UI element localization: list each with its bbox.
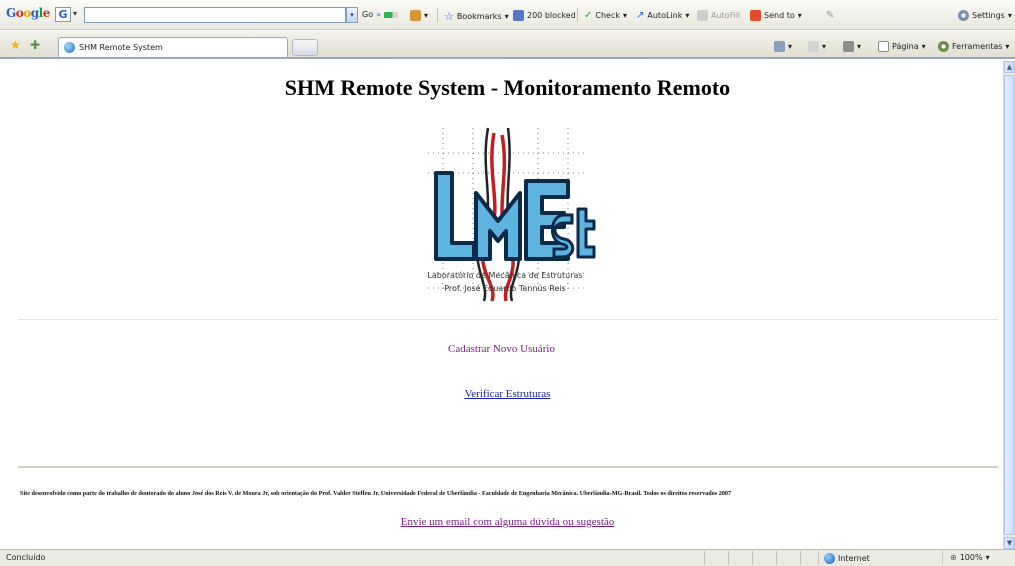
status-text: Concluído: [6, 553, 46, 562]
divider: [18, 319, 998, 320]
star-icon: ☆: [444, 10, 454, 23]
security-zone[interactable]: Internet: [824, 553, 870, 564]
autolink-icon: ↗: [636, 10, 645, 21]
page-menu[interactable]: Página ▾: [878, 41, 926, 52]
popup-blocker-button[interactable]: 200 blocked: [513, 10, 576, 21]
send-to-button[interactable]: Send to ▾: [750, 10, 802, 21]
send-to-icon: [750, 10, 761, 21]
autofill-icon: [697, 10, 708, 21]
google-menu-button[interactable]: G: [55, 7, 71, 22]
print-icon: [843, 41, 854, 52]
status-bar: Concluído Internet ⊕ 100% ▾: [0, 549, 1015, 566]
chevron-down-icon: ▾: [985, 553, 990, 562]
scroll-up-icon[interactable]: ▲: [1004, 61, 1015, 73]
tools-gear-icon: [938, 41, 949, 52]
print-button[interactable]: ▾: [843, 41, 861, 52]
options-button[interactable]: ▾: [410, 10, 428, 21]
google-logo[interactable]: Google: [6, 6, 50, 20]
tools-menu[interactable]: Ferramentas ▾: [938, 41, 1009, 52]
autofill-button[interactable]: AutoFill: [697, 10, 740, 21]
home-button[interactable]: ▾: [774, 41, 792, 52]
tab-shm-remote-system[interactable]: SHM Remote System: [58, 37, 288, 57]
favorites-star-icon[interactable]: ★: [10, 38, 21, 52]
zoom-control[interactable]: ⊕ 100% ▾: [950, 553, 990, 562]
google-toolbar: Google G ▾ ▾ Go» ▾ ☆ Bookmarks ▾ 200 bloc…: [0, 0, 1015, 30]
bookmarks-button[interactable]: ☆ Bookmarks ▾: [444, 10, 509, 23]
page-title: SHM Remote System - Monitoramento Remoto: [284, 75, 731, 100]
email-feedback-link[interactable]: Envie um email com alguma dúvida ou suge…: [0, 516, 1015, 528]
page-icon: [878, 41, 889, 52]
ie-page-icon: [64, 42, 75, 53]
settings-wrench-icon: [410, 10, 421, 21]
globe-icon: [824, 553, 835, 564]
logo-caption: Laboratório de Mecânica de Estruturas Pr…: [427, 271, 583, 293]
chevron-down-icon[interactable]: ▾: [73, 9, 77, 18]
add-favorite-icon[interactable]: ✚: [30, 38, 40, 52]
footer-divider: [18, 466, 998, 468]
home-icon: [774, 41, 785, 52]
pencil-icon: ✎: [826, 10, 835, 21]
spellcheck-button[interactable]: ✓ Check ▾: [584, 10, 627, 21]
settings-button[interactable]: Settings ▾: [958, 10, 1012, 21]
feeds-button[interactable]: ▾: [808, 41, 826, 52]
footer-credits: Site desenvolvido como parte do trabalho…: [20, 490, 732, 497]
autolink-button[interactable]: ↗ AutoLink ▾: [636, 10, 689, 21]
scroll-thumb[interactable]: [1004, 75, 1015, 535]
spellcheck-icon: ✓: [584, 10, 593, 21]
verify-structures-link[interactable]: Verificar Estruturas: [0, 388, 1015, 400]
gear-icon: [958, 10, 969, 21]
new-tab-button[interactable]: [292, 39, 318, 56]
search-dropdown-button[interactable]: ▾: [346, 7, 358, 23]
page-content: SHM Remote System - Monitoramento Remoto…: [0, 61, 1003, 549]
scroll-down-icon[interactable]: ▼: [1004, 537, 1015, 549]
zoom-icon: ⊕: [950, 553, 957, 562]
popup-blocker-icon: [513, 10, 524, 21]
google-search-input[interactable]: [84, 7, 346, 23]
highlight-button[interactable]: ✎: [826, 10, 834, 21]
pagerank-icon: [384, 11, 398, 18]
rss-feed-icon: [808, 41, 819, 52]
tab-strip: ★ ✚ SHM Remote System ▾ ▾ ▾ Página ▾ Ferr…: [0, 31, 1015, 59]
vertical-scrollbar[interactable]: ▲ ▼: [1003, 61, 1015, 549]
register-user-link[interactable]: Cadastrar Novo Usuário: [0, 343, 1003, 355]
go-button[interactable]: Go»: [362, 10, 398, 19]
